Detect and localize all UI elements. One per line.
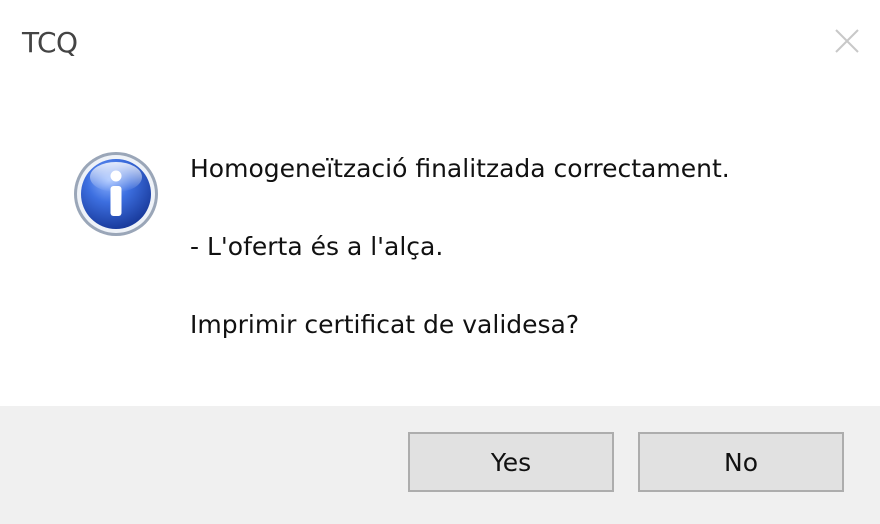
- info-icon: [74, 152, 158, 236]
- message-line-2: - L'oferta és a l'alça.: [190, 232, 444, 261]
- message-dialog: TCQ Homogeneïtzació finalitzada correcta…: [0, 0, 880, 524]
- title-bar[interactable]: TCQ: [0, 0, 880, 94]
- button-bar: Yes No: [0, 406, 880, 524]
- close-icon: [835, 29, 859, 53]
- window-title: TCQ: [22, 26, 78, 59]
- message-line-3: Imprimir certificat de validesa?: [190, 310, 580, 339]
- close-button[interactable]: [826, 18, 870, 62]
- no-button[interactable]: No: [638, 432, 844, 492]
- message-line-1: Homogeneïtzació finalitzada correctament…: [190, 154, 730, 183]
- yes-button[interactable]: Yes: [408, 432, 614, 492]
- dialog-content: Homogeneïtzació finalitzada correctament…: [0, 94, 880, 406]
